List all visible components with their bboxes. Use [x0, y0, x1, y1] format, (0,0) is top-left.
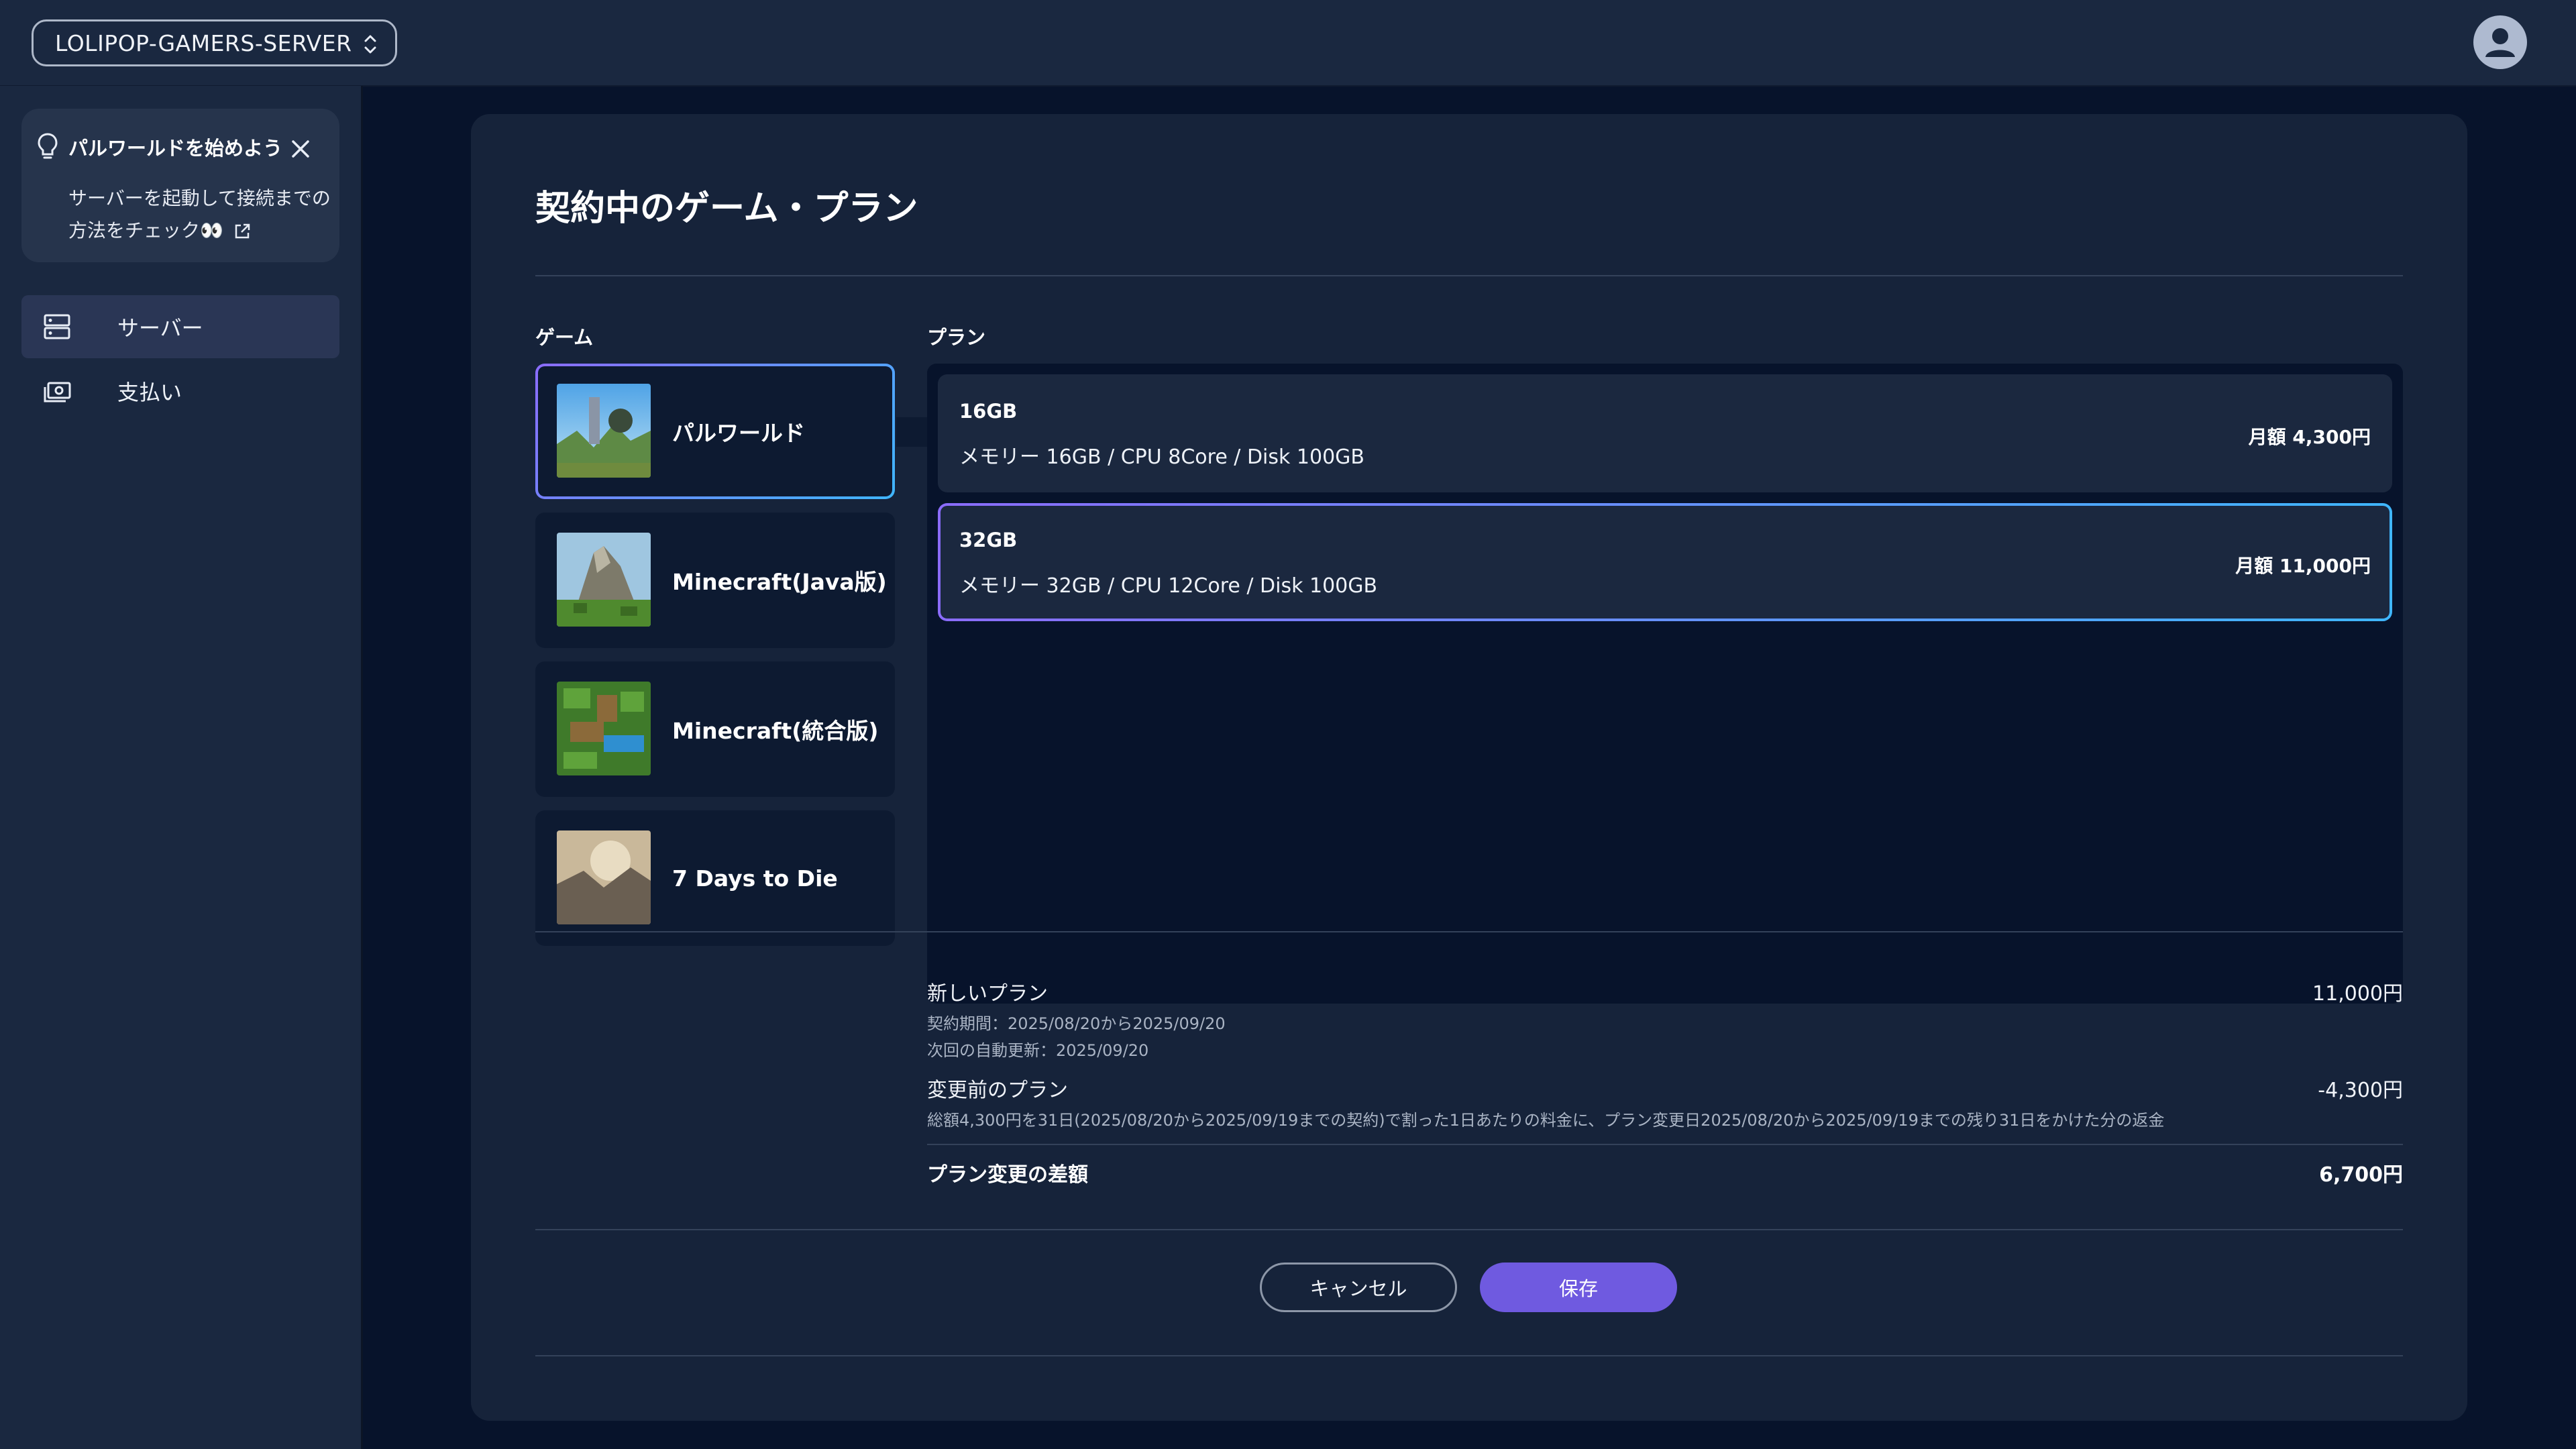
plan-list: 16GB メモリー 16GB / CPU 8Core / Disk 100GB … — [927, 364, 2403, 1004]
plan-price: 月額 4,300円 — [2248, 426, 2371, 448]
plan-spec: メモリー 16GB / CPU 8Core / Disk 100GB — [959, 445, 1365, 469]
game-list[interactable]: パルワールド Minecraft(Java版) Minecraft(統合版) 7… — [535, 364, 898, 1004]
divider — [535, 275, 2403, 276]
tip-body[interactable]: サーバーを起動して接続までの方法をチェック👀 — [68, 182, 337, 247]
sidebar-item-payment[interactable]: 支払い — [21, 360, 339, 423]
getting-started-tip: パルワールドを始めよう サーバーを起動して接続までの方法をチェック👀 — [21, 109, 339, 262]
old-plan-note: 総額4,300円を31日(2025/08/20から2025/09/19までの契約… — [927, 1111, 2165, 1130]
lightbulb-icon — [38, 133, 58, 159]
save-button[interactable]: 保存 — [1480, 1263, 1677, 1312]
game-card-palworld[interactable]: パルワールド — [535, 364, 895, 499]
game-card-7-days-to-die[interactable]: 7 Days to Die — [535, 810, 895, 946]
diff-label: プラン変更の差額 — [927, 1163, 1088, 1187]
old-plan-label: 変更前のプラン — [927, 1079, 1068, 1102]
plans-heading: プラン — [927, 326, 986, 349]
payment-icon — [44, 382, 71, 402]
divider — [927, 1144, 2403, 1145]
game-thumbnail-minecraft-java — [557, 533, 651, 627]
next-renewal: 次回の自動更新：2025/09/20 — [927, 1041, 1149, 1060]
plan-card-16gb[interactable]: 16GB メモリー 16GB / CPU 8Core / Disk 100GB … — [938, 374, 2392, 492]
old-plan-value: -4,300円 — [2318, 1079, 2403, 1102]
sidebar-item-label: サーバー — [117, 315, 203, 341]
game-thumbnail-minecraft-bedrock — [557, 682, 651, 775]
user-avatar-icon[interactable] — [2473, 15, 2527, 69]
divider — [535, 1355, 2403, 1356]
chevron-up-down-icon — [364, 35, 376, 54]
server-selector-label: LOLIPOP-GAMERS-SERVER — [55, 30, 352, 56]
new-plan-value: 11,000円 — [2312, 982, 2403, 1006]
game-name: 7 Days to Die — [672, 865, 838, 892]
external-link-icon — [235, 223, 250, 239]
tip-title: パルワールドを始めよう — [68, 137, 283, 160]
plan-name: 32GB — [959, 529, 1018, 551]
new-plan-label: 新しいプラン — [927, 982, 1048, 1006]
plan-card-32gb[interactable]: 32GB メモリー 32GB / CPU 12Core / Disk 100GB… — [938, 503, 2392, 621]
game-name: パルワールド — [672, 420, 805, 446]
page-title: 契約中のゲーム・プラン — [535, 189, 918, 229]
game-card-minecraft-bedrock[interactable]: Minecraft(統合版) — [535, 661, 895, 797]
divider — [535, 931, 2403, 932]
server-icon — [44, 314, 70, 339]
tip-body-text: サーバーを起動して接続までの方法をチェック👀 — [68, 187, 331, 241]
sidebar-item-label: 支払い — [117, 380, 182, 405]
game-card-minecraft-java[interactable]: Minecraft(Java版) — [535, 513, 895, 648]
sidebar-item-server[interactable]: サーバー — [21, 295, 339, 358]
plan-name: 16GB — [959, 400, 1018, 423]
diff-value: 6,700円 — [2319, 1163, 2403, 1187]
selection-connector — [896, 417, 928, 447]
games-heading: ゲーム — [535, 326, 594, 349]
contract-period: 契約期間：2025/08/20から2025/09/20 — [927, 1014, 1226, 1033]
divider — [535, 1229, 2403, 1230]
main-panel: 契約中のゲーム・プラン ゲーム プラン パルワールド Minecraft(Jav… — [471, 114, 2467, 1421]
plan-spec: メモリー 32GB / CPU 12Core / Disk 100GB — [959, 574, 1378, 598]
cancel-button[interactable]: キャンセル — [1260, 1263, 1457, 1312]
top-bar: LOLIPOP-GAMERS-SERVER — [0, 0, 2576, 87]
game-name: Minecraft(統合版) — [672, 718, 879, 744]
close-icon[interactable] — [290, 138, 311, 160]
game-name: Minecraft(Java版) — [672, 569, 887, 595]
game-thumbnail-palworld — [557, 384, 651, 478]
game-thumbnail-7-days-to-die — [557, 830, 651, 924]
plan-price: 月額 11,000円 — [2235, 555, 2371, 577]
server-selector[interactable]: LOLIPOP-GAMERS-SERVER — [32, 19, 397, 66]
sidebar: パルワールドを始めよう サーバーを起動して接続までの方法をチェック👀 サーバー — [0, 86, 363, 1449]
